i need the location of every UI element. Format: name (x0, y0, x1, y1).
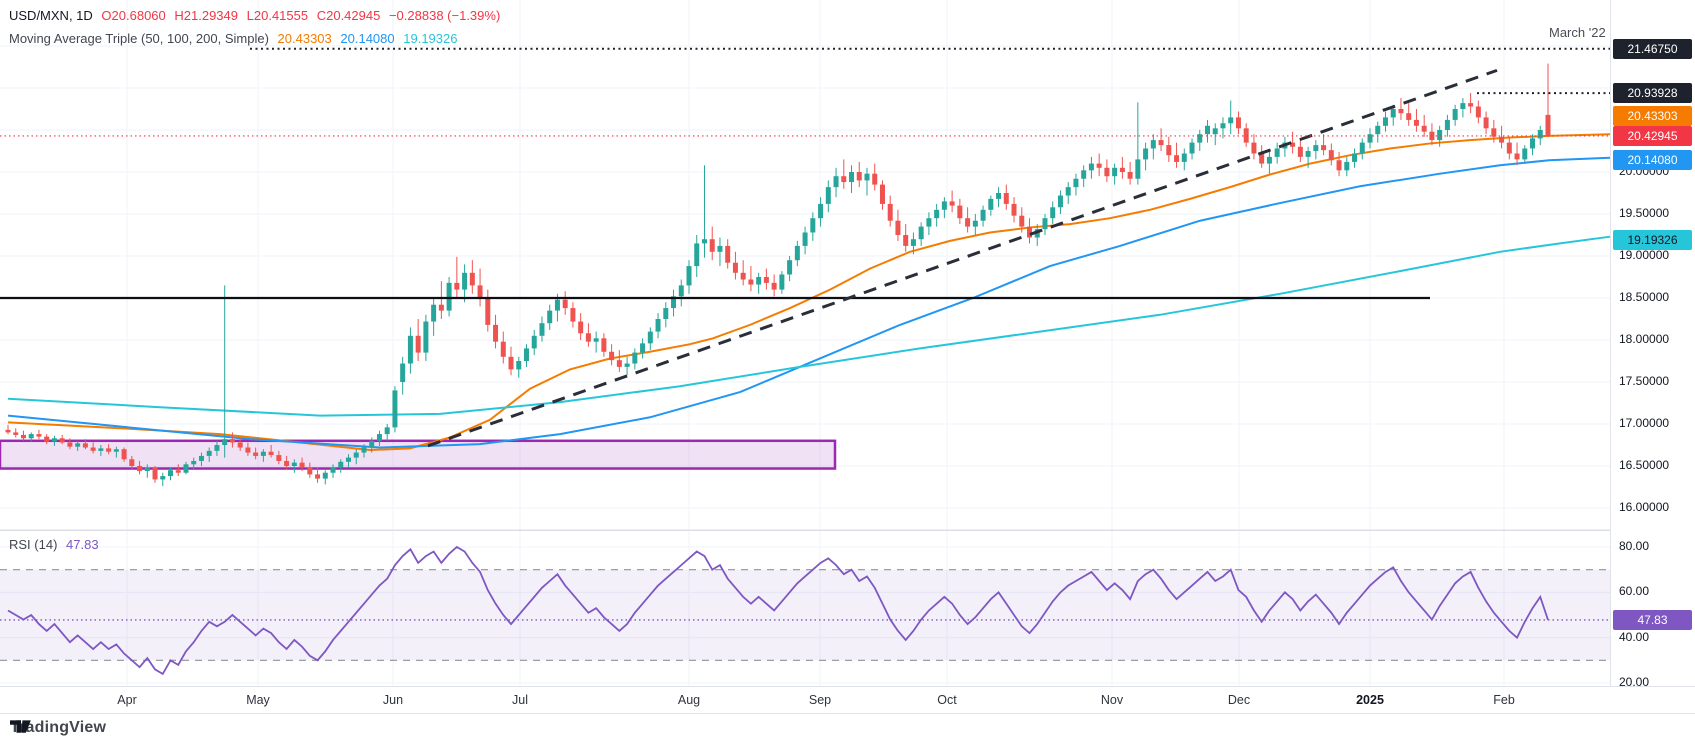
time-tick-jun: Jun (383, 693, 403, 707)
rsi-tick-label: 80.00 (1619, 539, 1649, 553)
rsi-tick-label: 60.00 (1619, 584, 1649, 598)
tradingview-logo-icon (10, 719, 31, 736)
time-tick-dec: Dec (1228, 693, 1250, 707)
symbol-title[interactable]: USD/MXN, 1D (9, 8, 93, 23)
candlestick-series (6, 64, 1551, 487)
time-tick-apr: Apr (117, 693, 136, 707)
ohlc-low: L20.41555 (247, 8, 308, 23)
price-tick-label: 16.00000 (1619, 500, 1669, 514)
time-axis[interactable]: Apr May Jun Jul Aug Sep Oct Nov Dec 2025 Feb (0, 686, 1695, 714)
symbol-legend-row[interactable]: USD/MXN, 1D O20.68060 H21.29349 L20.4155… (9, 8, 505, 23)
time-tick-aug: Aug (678, 693, 700, 707)
tradingview-attribution[interactable]: TradingView (10, 719, 106, 737)
ma-indicator-title[interactable]: Moving Average Triple (50, 100, 200, Sim… (9, 31, 269, 46)
ohlc-high: H21.29349 (174, 8, 238, 23)
price-badge: 20.42945 (1613, 126, 1692, 146)
price-badge: 47.83 (1613, 610, 1692, 630)
chart-canvas[interactable] (0, 0, 1695, 752)
time-tick-nov: Nov (1101, 693, 1123, 707)
price-badge: 19.19326 (1613, 230, 1692, 250)
time-tick-oct: Oct (937, 693, 956, 707)
rsi-tick-label: 40.00 (1619, 630, 1649, 644)
rsi-indicator-title[interactable]: RSI (14) (9, 537, 57, 552)
ma50-value: 20.43303 (278, 31, 332, 46)
ohlc-open: O20.68060 (101, 8, 165, 23)
time-tick-feb: Feb (1493, 693, 1515, 707)
rsi-pane (0, 547, 1610, 674)
ma200-value: 19.19326 (403, 31, 457, 46)
price-tick-label: 18.50000 (1619, 290, 1669, 304)
ohlc-close: C20.42945 (317, 8, 381, 23)
price-tick-label: 19.00000 (1619, 248, 1669, 262)
price-tick-label: 17.00000 (1619, 416, 1669, 430)
change-value: −0.28838 (−1.39%) (389, 8, 500, 23)
rsi-value: 47.83 (66, 537, 99, 552)
price-badge: 21.46750 (1613, 39, 1692, 59)
price-badge: 20.43303 (1613, 106, 1692, 126)
price-tick-label: 17.50000 (1619, 374, 1669, 388)
price-tick-label: 19.50000 (1619, 206, 1669, 220)
ascending-trendline[interactable] (428, 70, 1497, 445)
price-badge: 20.14080 (1613, 150, 1692, 170)
time-tick-sep: Sep (809, 693, 831, 707)
rsi-legend-row[interactable]: RSI (14) 47.83 (9, 537, 104, 552)
time-tick-may: May (246, 693, 270, 707)
time-tick-jul: Jul (512, 693, 528, 707)
trendline-target-label: March '22 (1549, 25, 1606, 40)
tradingview-chart-window: USD/MXN, 1D O20.68060 H21.29349 L20.4155… (0, 0, 1695, 752)
pane-separator[interactable] (0, 530, 1695, 531)
ma100-value: 20.14080 (340, 31, 394, 46)
price-axis[interactable]: 20.0000019.5000019.0000018.5000018.00000… (1610, 0, 1695, 712)
price-badge: 20.93928 (1613, 83, 1692, 103)
time-tick-2025: 2025 (1356, 693, 1384, 707)
price-tick-label: 18.00000 (1619, 332, 1669, 346)
price-tick-label: 16.50000 (1619, 458, 1669, 472)
ma-legend-row[interactable]: Moving Average Triple (50, 100, 200, Sim… (9, 31, 462, 46)
